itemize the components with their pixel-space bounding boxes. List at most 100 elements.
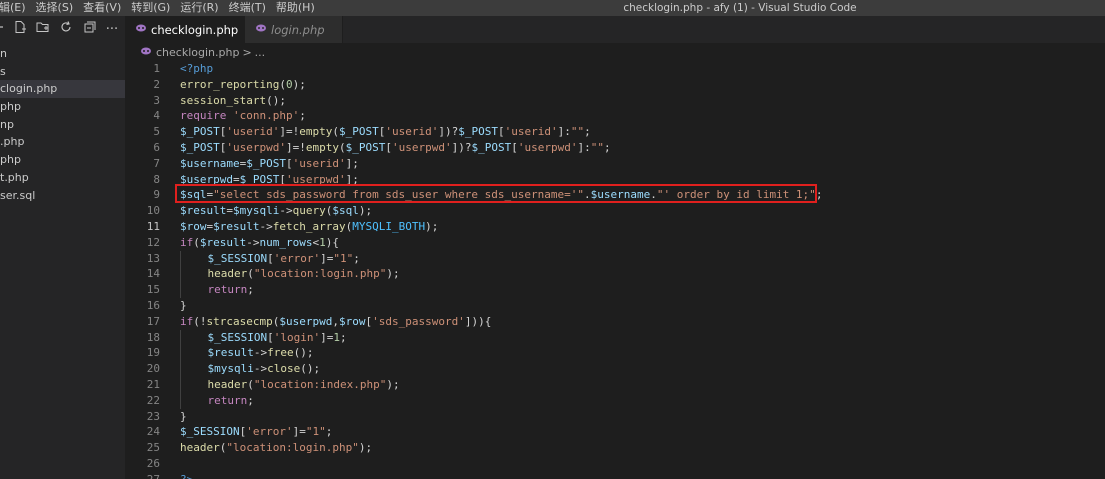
code-line[interactable]: 11 $row=$result->fetch_array(MYSQLI_BOTH)… — [125, 219, 1105, 235]
code-text: $username=$_POST['userid']; — [180, 156, 359, 170]
tab-login[interactable]: login.php — [245, 16, 343, 43]
code-line[interactable]: 3 session_start(); — [125, 93, 1105, 109]
breadcrumb-more[interactable]: ... — [255, 46, 266, 59]
file-name: php — [0, 153, 21, 167]
line-number: 9 — [153, 188, 160, 202]
code-text: return; — [160, 282, 254, 298]
file-name: .php — [0, 135, 25, 149]
line-number: 15 — [146, 283, 160, 297]
code-text: $sql="select sds_password from sds_user … — [180, 188, 823, 202]
file-name: s — [0, 64, 6, 78]
code-text: if(!strcasecmp($userpwd,$row['sds_passwo… — [180, 314, 492, 328]
file-item[interactable]: s — [0, 63, 125, 81]
line-number: 27 — [125, 472, 160, 479]
line-number: 7 — [153, 156, 160, 170]
code-line[interactable]: 14 header("location:login.php"); — [125, 266, 1105, 283]
code-text: $_SESSION['error']="1"; — [180, 425, 333, 439]
file-item-checklogin[interactable]: clogin.php — [0, 80, 125, 99]
file-item[interactable]: php — [0, 98, 125, 116]
code-line[interactable]: 5 $_POST['userid']=!empty($_POST['userid'… — [125, 124, 1105, 140]
php-file-icon — [141, 47, 151, 58]
code-line[interactable]: 10 $result=$mysqli->query($sql); — [125, 203, 1105, 219]
line-number: 21 — [146, 377, 160, 391]
code-line[interactable]: 1 <?php — [125, 61, 1105, 77]
file-name: np — [0, 117, 14, 131]
code-line[interactable]: 24 $_SESSION['error']="1"; — [125, 424, 1105, 440]
line-number: 2 — [153, 77, 160, 91]
new-folder-icon[interactable] — [36, 20, 50, 38]
explorer-toolbar: ··· — [0, 16, 125, 42]
code-line[interactable]: 13 $_SESSION['error']="1"; — [125, 250, 1105, 267]
line-number: 13 — [146, 251, 160, 265]
line-number: 18 — [146, 330, 160, 344]
code-line[interactable]: 16} — [125, 298, 1105, 314]
code-text: require 'conn.php'; — [180, 109, 306, 123]
code-line[interactable]: 7 $username=$_POST['userid']; — [125, 156, 1105, 172]
code-text: $row=$result->fetch_array(MYSQLI_BOTH); — [180, 219, 439, 233]
file-item[interactable]: .php — [0, 133, 125, 151]
file-name: ser.sql — [0, 188, 36, 202]
collapse-edge-icon — [0, 21, 4, 37]
code-text: } — [180, 409, 187, 423]
code-line[interactable]: 26 — [125, 456, 1105, 472]
code-line[interactable]: 4 require 'conn.php'; — [125, 108, 1105, 124]
file-item[interactable]: np — [0, 116, 125, 134]
new-file-icon[interactable] — [13, 20, 27, 38]
line-number: 14 — [146, 267, 160, 281]
php-file-icon — [136, 24, 146, 35]
tab-checklogin[interactable]: checklogin.php ✕ — [125, 16, 256, 43]
code-text: ?> — [160, 472, 193, 479]
code-line[interactable]: 23} — [125, 409, 1105, 425]
line-number: 5 — [153, 125, 160, 139]
file-item[interactable]: t.php — [0, 169, 125, 187]
breadcrumb: checklogin.php > ... — [125, 43, 1105, 61]
code-line[interactable]: 21 header("location:index.php"); — [125, 376, 1105, 393]
code-line[interactable]: 19 $result->free(); — [125, 345, 1105, 362]
code-text: if($result->num_rows<1){ — [180, 235, 339, 249]
line-number: 16 — [146, 298, 160, 312]
code-text: $result=$mysqli->query($sql); — [180, 204, 373, 218]
line-number: 6 — [153, 140, 160, 154]
code-text: $_POST['userpwd']=!empty($_POST['userpwd… — [180, 140, 611, 154]
line-number: 12 — [146, 235, 160, 249]
collapse-all-icon[interactable] — [82, 20, 96, 38]
file-item[interactable]: n — [0, 45, 125, 63]
line-number: 25 — [146, 441, 160, 455]
code-editor[interactable]: 1 <?php 2 error_reporting(0); 3 session_start… — [125, 61, 1105, 479]
code-line[interactable]: 8 $userpwd=$_POST['userpwd']; — [125, 172, 1105, 188]
file-item[interactable]: php — [0, 151, 125, 169]
code-text: session_start(); — [180, 93, 286, 107]
code-line[interactable]: 17 if(!strcasecmp($userpwd,$row['sds_pass… — [125, 314, 1105, 330]
file-item[interactable]: ser.sql — [0, 187, 125, 205]
code-line[interactable]: 9 $sql="select sds_password from sds_user… — [125, 187, 1105, 203]
code-line[interactable]: 15 return; — [125, 282, 1105, 298]
breadcrumb-separator: > — [242, 45, 252, 59]
code-line[interactable]: 2 error_reporting(0); — [125, 77, 1105, 93]
refresh-icon[interactable] — [59, 20, 73, 38]
code-line[interactable]: 6 $_POST['userpwd']=!empty($_POST['userpw… — [125, 140, 1105, 156]
line-number: 23 — [146, 409, 160, 423]
line-number: 17 — [146, 314, 160, 328]
code-text: <?php — [180, 62, 214, 75]
code-line[interactable]: 22 return; — [125, 392, 1105, 409]
line-number: 19 — [146, 346, 160, 360]
breadcrumb-file[interactable]: checklogin.php — [156, 46, 239, 59]
code-line[interactable]: 12 if($result->num_rows<1){ — [125, 235, 1105, 251]
code-line[interactable]: 18 $_SESSION['login']=1; — [125, 329, 1105, 346]
code-text: $_SESSION['login']=1; — [160, 329, 347, 346]
line-number: 26 — [146, 456, 160, 470]
file-name: php — [0, 100, 21, 114]
line-number: 4 — [153, 109, 160, 123]
code-line[interactable]: 27?> — [125, 472, 1105, 479]
tab-label: login.php — [271, 22, 325, 37]
more-actions-icon[interactable]: ··· — [105, 22, 119, 37]
php-file-icon — [256, 24, 266, 35]
code-line[interactable]: 20 $mysqli->close(); — [125, 361, 1105, 377]
line-number: 22 — [146, 393, 160, 407]
code-line[interactable]: 25 header("location:login.php"); — [125, 440, 1105, 456]
code-text: header("location:login.php"); — [160, 266, 400, 283]
line-number: 24 — [146, 425, 160, 439]
line-number: 10 — [146, 204, 160, 218]
explorer-sidebar: ··· n s clogin.php php np .php php t.php… — [0, 16, 125, 479]
